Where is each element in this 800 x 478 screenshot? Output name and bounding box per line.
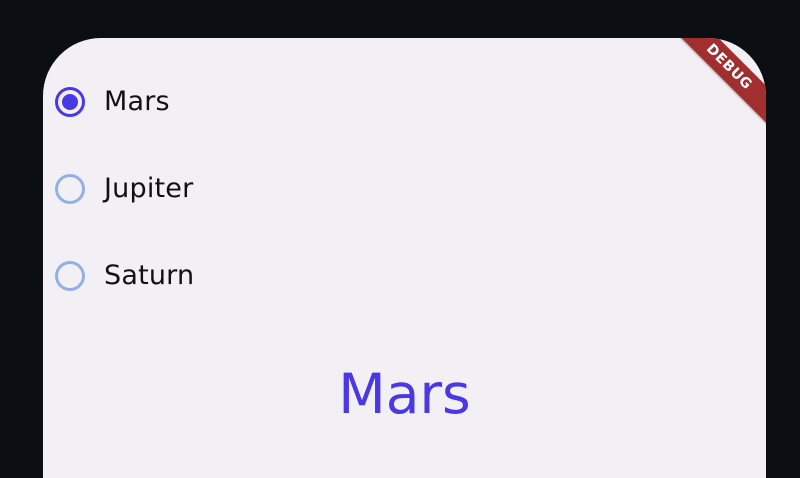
radio-option-jupiter[interactable]: Jupiter xyxy=(43,159,303,219)
radio-label: Saturn xyxy=(104,260,195,291)
radio-label: Jupiter xyxy=(104,173,194,204)
radio-option-mars[interactable]: Mars xyxy=(43,72,303,132)
radio-button[interactable] xyxy=(55,174,85,204)
radio-option-saturn[interactable]: Saturn xyxy=(43,246,303,306)
radio-button-selected[interactable] xyxy=(55,87,85,117)
debug-banner: DEBUG xyxy=(666,38,766,130)
radio-button[interactable] xyxy=(55,261,85,291)
radio-label: Mars xyxy=(104,86,170,117)
debug-banner-label: DEBUG xyxy=(702,40,756,94)
app-screen: Mars Jupiter Saturn Mars DEBUG xyxy=(43,38,766,478)
selected-planet-title: Mars xyxy=(338,362,471,426)
